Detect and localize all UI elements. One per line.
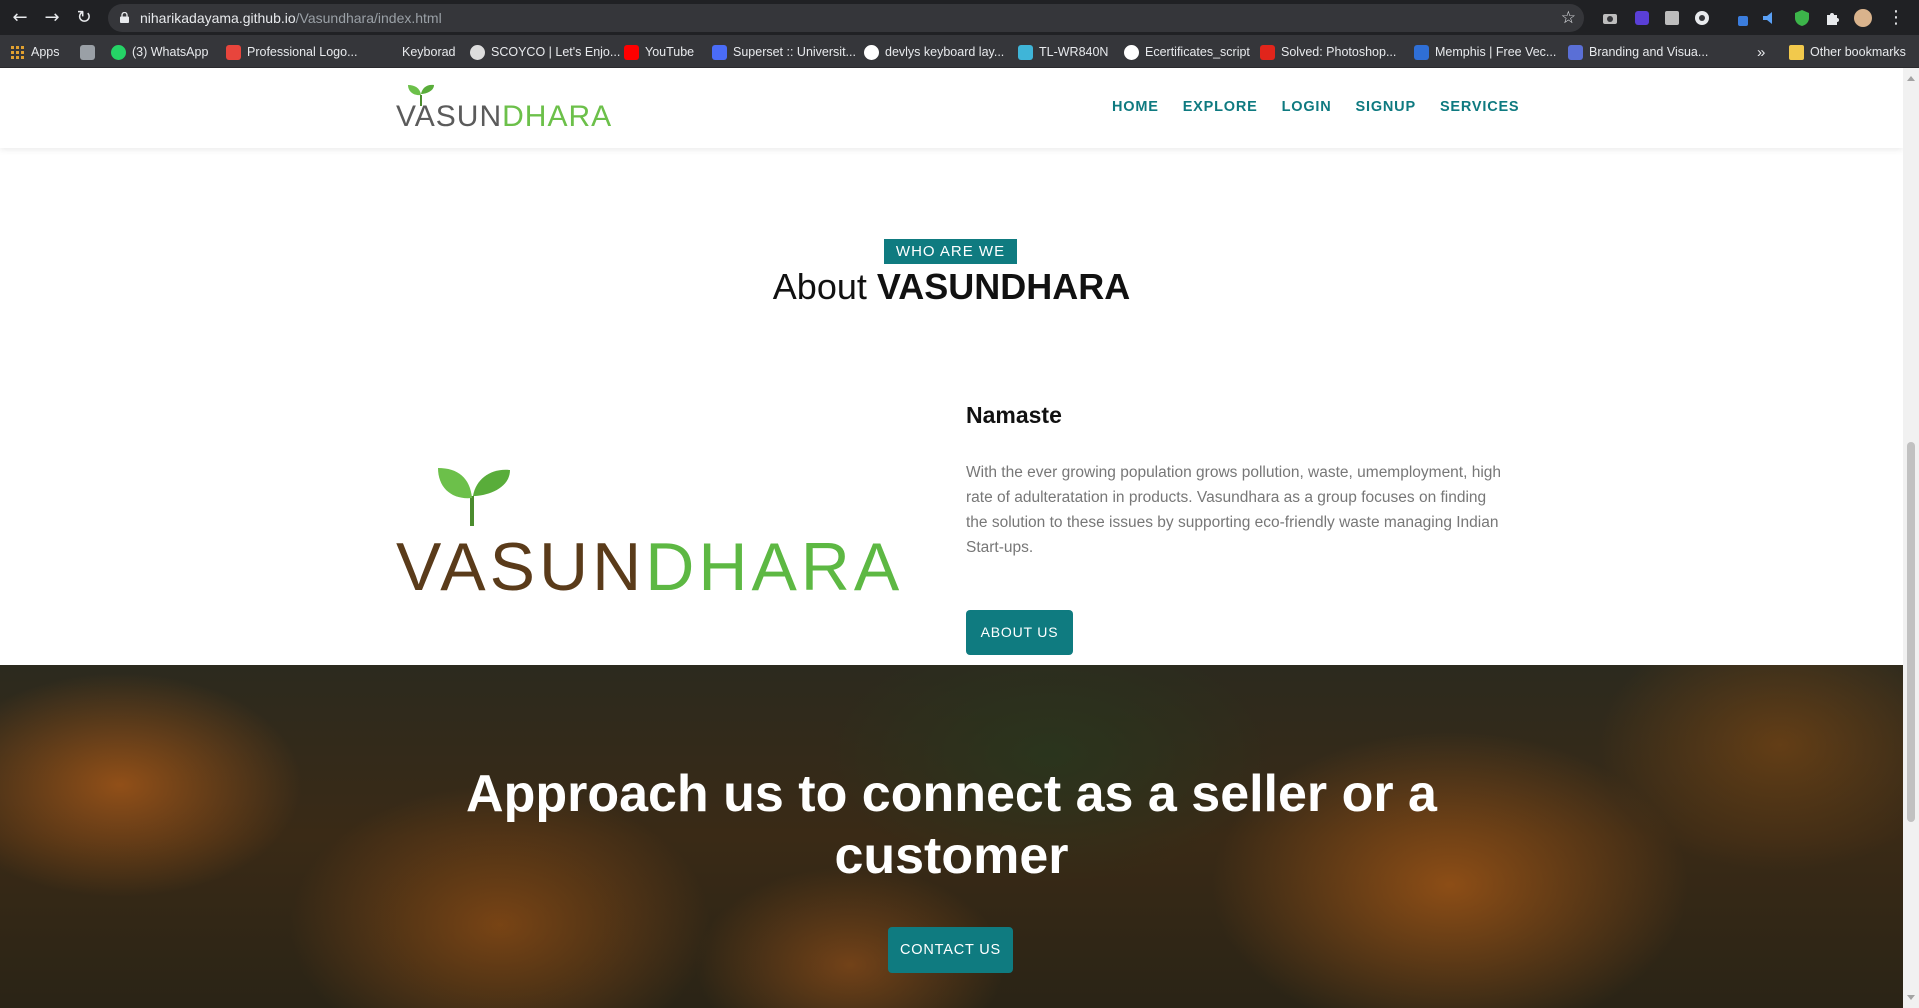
bookmark-label: Superset :: Universit... xyxy=(733,45,856,59)
bookmark-label: Apps xyxy=(31,45,60,59)
overflow-chevron-icon: » xyxy=(1757,43,1766,61)
bookmark-apps[interactable]: Apps xyxy=(10,42,60,62)
bookmark-icon xyxy=(80,44,95,60)
extension-k-icon[interactable] xyxy=(1662,8,1682,28)
about-description: With the ever growing population grows p… xyxy=(966,464,1502,556)
bookmark-tl-wr840n[interactable]: TL-WR840N xyxy=(1018,42,1108,62)
nav-explore[interactable]: EXPLORE xyxy=(1183,99,1258,115)
scroll-up-arrow-icon[interactable] xyxy=(1907,76,1915,81)
bookmark-superset[interactable]: Superset :: Universit... xyxy=(712,42,856,62)
google-icon xyxy=(864,44,879,60)
bookmark-label: Solved: Photoshop... xyxy=(1281,45,1397,59)
bookmark-photoshop[interactable]: Solved: Photoshop... xyxy=(1260,42,1396,62)
bookmark-label: (3) WhatsApp xyxy=(132,45,209,59)
bookmark-devlys[interactable]: devlys keyboard lay... xyxy=(864,42,1004,62)
page-scrollbar[interactable] xyxy=(1903,68,1919,1008)
cta-banner: Approach us to connect as a seller or a … xyxy=(0,665,1903,1008)
whatsapp-icon xyxy=(111,44,126,60)
folder-icon xyxy=(1789,44,1804,60)
url-text: niharikadayama.github.io/Vasundhara/inde… xyxy=(140,10,442,26)
bookmark-branding[interactable]: Branding and Visua... xyxy=(1568,42,1708,62)
shield-extension-icon[interactable] xyxy=(1792,8,1812,28)
extension-circle-icon[interactable] xyxy=(1692,8,1712,28)
superset-icon xyxy=(712,44,727,60)
extension-purple-icon[interactable] xyxy=(1632,8,1652,28)
youtube-icon xyxy=(624,44,639,60)
apps-grid-icon xyxy=(11,45,24,59)
tplink-icon xyxy=(1018,44,1033,60)
scoyco-icon xyxy=(470,44,485,60)
menu-kebab-icon[interactable]: ⋮ xyxy=(1884,6,1908,30)
bookmarks-overflow-button[interactable]: » xyxy=(1757,42,1765,62)
bookmark-label: devlys keyboard lay... xyxy=(885,45,1005,59)
other-bookmarks-folder[interactable]: Other bookmarks xyxy=(1789,42,1906,62)
nav-signup[interactable]: SIGNUP xyxy=(1356,99,1416,115)
lock-icon xyxy=(120,12,129,23)
extension-blue-icon[interactable] xyxy=(1732,8,1752,28)
logo-part-b: DHARA xyxy=(645,529,904,605)
bookmark-label: Branding and Visua... xyxy=(1589,45,1709,59)
audio-extension-icon[interactable] xyxy=(1760,8,1780,28)
bookmark-star-icon[interactable]: ☆ xyxy=(1561,8,1576,28)
site-header: VASUNDHARA HOME EXPLORE LOGIN SIGNUP SER… xyxy=(0,68,1903,148)
back-arrow-icon[interactable]: ← xyxy=(8,6,32,30)
github-icon xyxy=(1124,44,1139,60)
bookmark-label: Other bookmarks xyxy=(1810,45,1906,59)
logo-site-icon xyxy=(226,44,241,60)
bookmark-youtube[interactable]: YouTube xyxy=(624,42,694,62)
scroll-thumb[interactable] xyxy=(1907,442,1915,822)
bookmarks-bar: Apps (3) WhatsApp Professional Logo... K… xyxy=(0,35,1919,68)
main-nav: HOME EXPLORE LOGIN SIGNUP SERVICES xyxy=(1112,99,1519,115)
contact-us-button[interactable]: CONTACT US xyxy=(888,927,1013,973)
brand-logo[interactable]: VASUNDHARA xyxy=(396,84,611,134)
url-host: niharikadayama.github.io xyxy=(140,10,296,26)
ieee-icon xyxy=(1568,44,1583,60)
bookmark-whatsapp[interactable]: (3) WhatsApp xyxy=(111,42,208,62)
about-us-button[interactable]: ABOUT US xyxy=(966,610,1073,655)
bookmark-label: Memphis | Free Vec... xyxy=(1435,45,1557,59)
bookmark-scoyco[interactable]: SCOYCO | Let's Enjo... xyxy=(470,42,620,62)
nav-home[interactable]: HOME xyxy=(1112,99,1159,115)
brand-wordmark: VASUNDHARA xyxy=(396,100,612,134)
bookmark-label: YouTube xyxy=(645,45,695,59)
forward-arrow-icon[interactable]: → xyxy=(40,6,64,30)
page-viewport: VASUNDHARA HOME EXPLORE LOGIN SIGNUP SER… xyxy=(0,68,1903,1008)
bookmark-label: Professional Logo... xyxy=(247,45,358,59)
camera-extension-icon[interactable] xyxy=(1600,8,1620,28)
sprout-leaf-icon xyxy=(438,468,510,526)
section-title-light: About xyxy=(772,266,867,307)
nav-login[interactable]: LOGIN xyxy=(1282,99,1332,115)
browser-toolbar: ← → ↻ niharikadayama.github.io/Vasundhar… xyxy=(0,0,1919,35)
brand-part-a: VASUN xyxy=(396,100,503,133)
puzzle-extensions-icon[interactable] xyxy=(1823,8,1843,28)
section-title-strong: VASUNDHARA xyxy=(876,266,1131,307)
nav-services[interactable]: SERVICES xyxy=(1440,99,1519,115)
section-tag: WHO ARE WE xyxy=(884,239,1017,264)
cta-title: Approach us to connect as a seller or a … xyxy=(466,765,1437,885)
bookmark-label: Ecertificates_script xyxy=(1145,45,1250,59)
about-logo-wordmark: VASUNDHARA xyxy=(396,528,903,606)
bookmark-label: SCOYCO | Let's Enjo... xyxy=(491,45,621,59)
logo-part-a: VASUN xyxy=(396,529,646,605)
about-logo-image: VASUNDHARA xyxy=(396,466,941,636)
brand-part-b: DHARA xyxy=(502,100,613,133)
bookmark-keyborad[interactable]: Keyborad xyxy=(402,42,456,62)
address-bar[interactable]: niharikadayama.github.io/Vasundhara/inde… xyxy=(108,4,1584,32)
scroll-down-arrow-icon[interactable] xyxy=(1907,995,1915,1000)
profile-avatar-icon[interactable] xyxy=(1853,8,1873,28)
freepik-icon xyxy=(1414,44,1429,60)
url-path: /Vasundhara/index.html xyxy=(295,10,442,26)
adobe-icon xyxy=(1260,44,1275,60)
reload-icon[interactable]: ↻ xyxy=(72,6,96,30)
bookmark-memphis[interactable]: Memphis | Free Vec... xyxy=(1414,42,1556,62)
bookmark-unnamed[interactable] xyxy=(80,42,95,62)
bookmark-ecertificates[interactable]: Ecertificates_script xyxy=(1124,42,1250,62)
bookmark-label: Keyborad xyxy=(402,45,456,59)
bookmark-label: TL-WR840N xyxy=(1039,45,1109,59)
about-heading: Namaste xyxy=(966,402,1062,428)
bookmark-professional-logo[interactable]: Professional Logo... xyxy=(226,42,358,62)
section-title: About VASUNDHARA xyxy=(0,266,1903,308)
